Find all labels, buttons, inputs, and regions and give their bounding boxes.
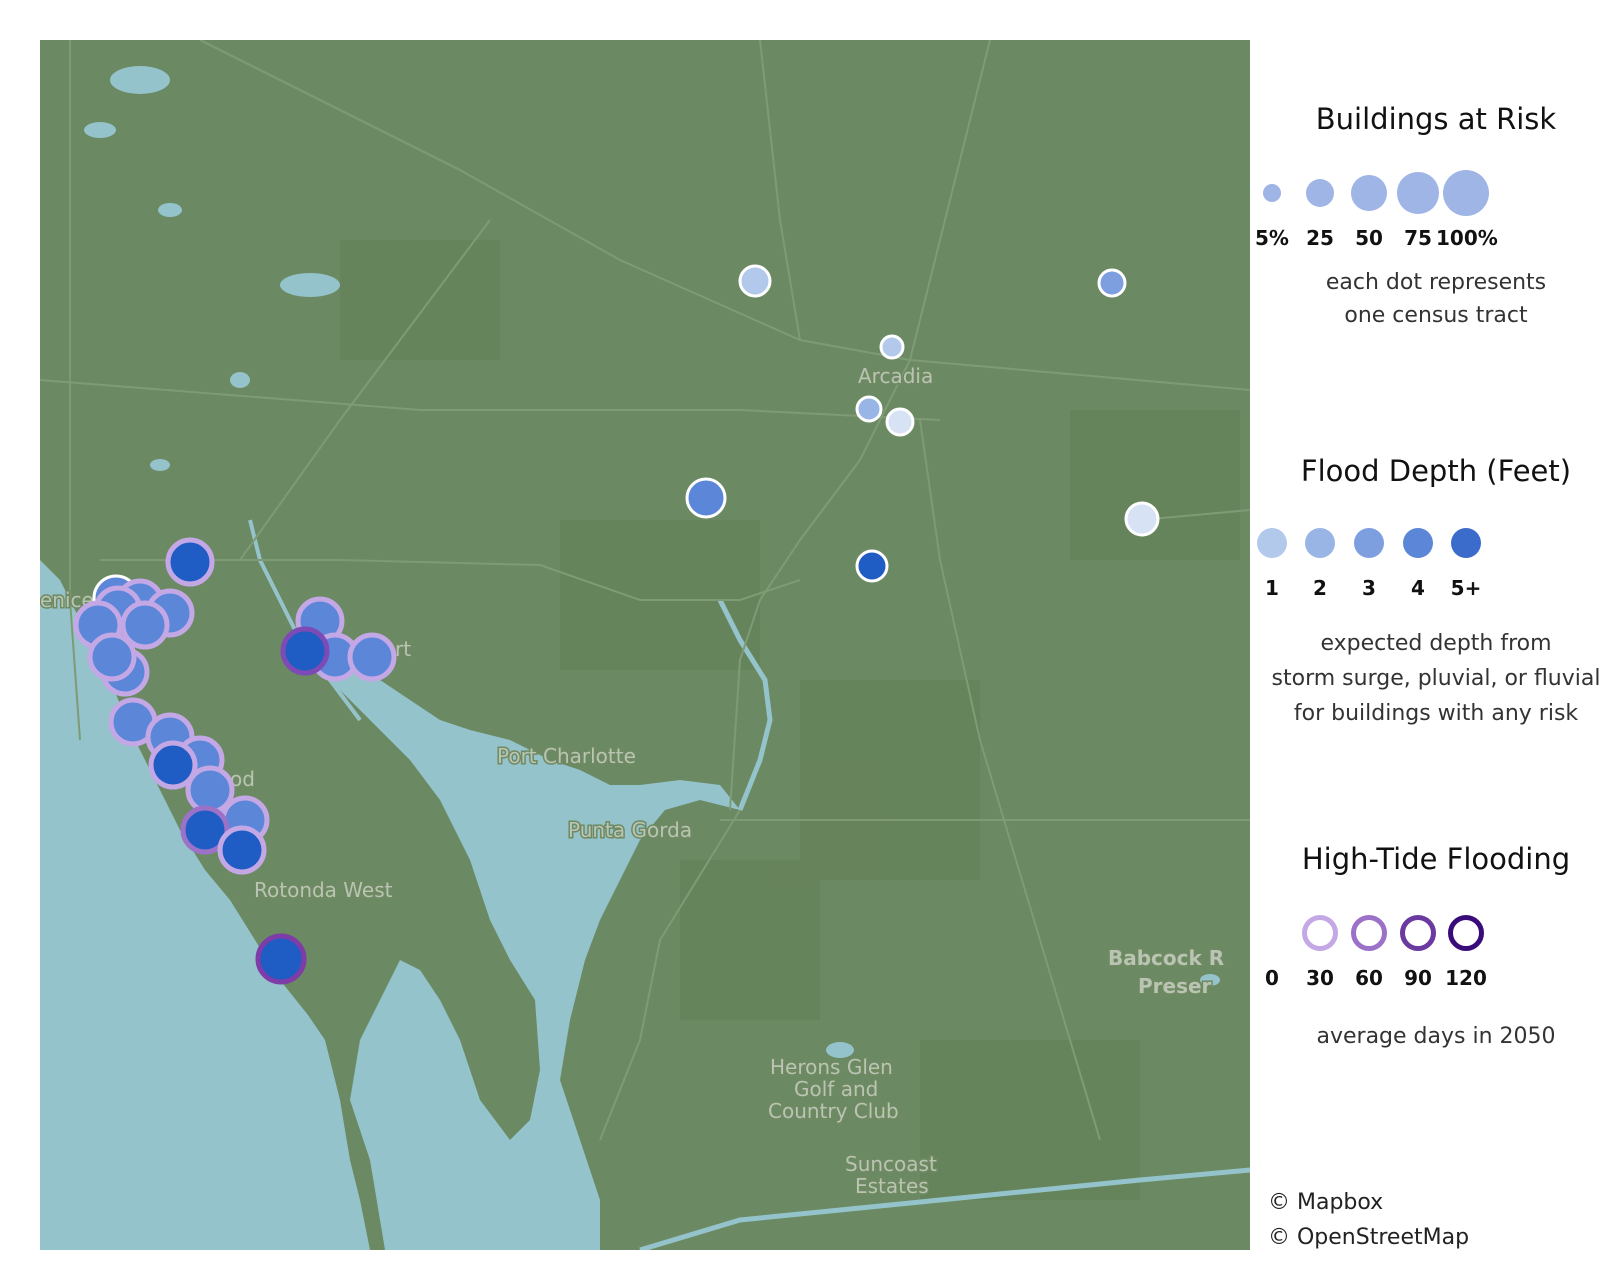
census-tract-dot[interactable] <box>165 537 215 587</box>
legend-tide-ring <box>1302 915 1338 951</box>
tide-legend-title: High-Tide Flooding <box>1301 842 1571 876</box>
census-tract-dot[interactable] <box>685 477 727 519</box>
depth-note-line3: for buildings with any risk <box>1293 701 1579 726</box>
legend-depth-swatch <box>1305 528 1335 558</box>
place-label: Arcadia <box>858 364 933 388</box>
legend-size-dot <box>1351 175 1387 211</box>
census-tract-dot[interactable] <box>1124 501 1160 537</box>
legend-size-dot <box>1397 172 1439 214</box>
census-tract-dot[interactable] <box>855 549 889 583</box>
place-label: Port Charlotte <box>497 744 636 768</box>
legend-depth-swatch <box>1257 528 1287 558</box>
place-label: Herons Glen <box>770 1055 893 1079</box>
legend-item: 100% <box>1436 168 1498 250</box>
legend-item-label: 100% <box>1436 226 1498 250</box>
map-view[interactable]: enice Arcadia rt Port Charlotte Punta Gorda o… <box>40 40 1250 1250</box>
census-tract-dot[interactable] <box>347 632 397 682</box>
place-label: Rotonda West <box>254 878 393 902</box>
place-label: Golf and <box>794 1077 878 1101</box>
legend-item: 120 <box>1436 908 1496 990</box>
legend-size-dot <box>1306 179 1334 207</box>
map-credits: © Mapbox © OpenStreetMap <box>1268 1185 1469 1255</box>
buildings-legend-title: Buildings at Risk <box>1315 102 1557 136</box>
buildings-note-line2: one census tract <box>1344 303 1528 328</box>
legend-depth-swatch <box>1451 528 1481 558</box>
place-label: Punta Gorda <box>568 818 692 842</box>
buildings-note-line1: each dot represents <box>1325 270 1547 295</box>
legend-depth-swatch <box>1354 528 1384 558</box>
census-tract-dot[interactable] <box>1097 268 1127 298</box>
tide-note: average days in 2050 <box>1316 1024 1556 1049</box>
legend-depth-swatch <box>1403 528 1433 558</box>
census-tract-dot[interactable] <box>217 825 267 875</box>
legend-tide-ring <box>1448 915 1484 951</box>
legend-tide-ring <box>1400 915 1436 951</box>
census-tract-dot[interactable] <box>855 395 883 423</box>
tide-ring-legend: 0 30 60 90 120 <box>1252 908 1620 990</box>
depth-color-legend: 1 2 3 4 5+ <box>1252 518 1620 600</box>
census-tract-dot[interactable] <box>255 933 307 985</box>
place-label: Country Club <box>768 1099 899 1123</box>
map-canvas[interactable]: eniceArcadiartPort CharlottePunta Gordao… <box>40 40 1250 1250</box>
place-label: Suncoast <box>845 1152 937 1176</box>
osm-credit[interactable]: © OpenStreetMap <box>1268 1220 1469 1255</box>
legend-panel: Buildings at Risk 5% 25 50 75 100% each dot … <box>1252 40 1620 1250</box>
census-tract-dot[interactable] <box>87 632 137 682</box>
census-tract-dot[interactable] <box>738 264 772 298</box>
mapbox-credit[interactable]: © Mapbox <box>1268 1185 1469 1220</box>
depth-legend-title: Flood Depth (Feet) <box>1300 454 1572 488</box>
depth-note-line1: expected depth from <box>1320 631 1552 656</box>
legend-tide-ring <box>1351 915 1387 951</box>
legend-tide-ring <box>1254 915 1290 951</box>
legend-item-label: 5+ <box>1450 576 1482 600</box>
place-label: Estates <box>855 1174 929 1198</box>
buildings-note: each dot represents one census tract <box>1252 266 1620 332</box>
depth-note: expected depth from storm surge, pluvial… <box>1252 626 1620 731</box>
place-label: rt <box>395 637 411 661</box>
legend-size-dot <box>1443 170 1489 216</box>
census-tract-dot[interactable] <box>280 626 330 676</box>
place-label: Babcock R <box>1108 946 1224 970</box>
legend-size-dot <box>1262 183 1282 203</box>
legend-item: 5+ <box>1436 518 1496 600</box>
place-label: Preser <box>1138 974 1212 998</box>
census-tract-dot[interactable] <box>879 334 905 360</box>
buildings-size-legend: 5% 25 50 75 100% <box>1252 168 1620 250</box>
legend-item-label: 120 <box>1445 966 1487 990</box>
census-tract-dot[interactable] <box>885 407 915 437</box>
depth-note-line2: storm surge, pluvial, or fluvial <box>1271 666 1601 691</box>
